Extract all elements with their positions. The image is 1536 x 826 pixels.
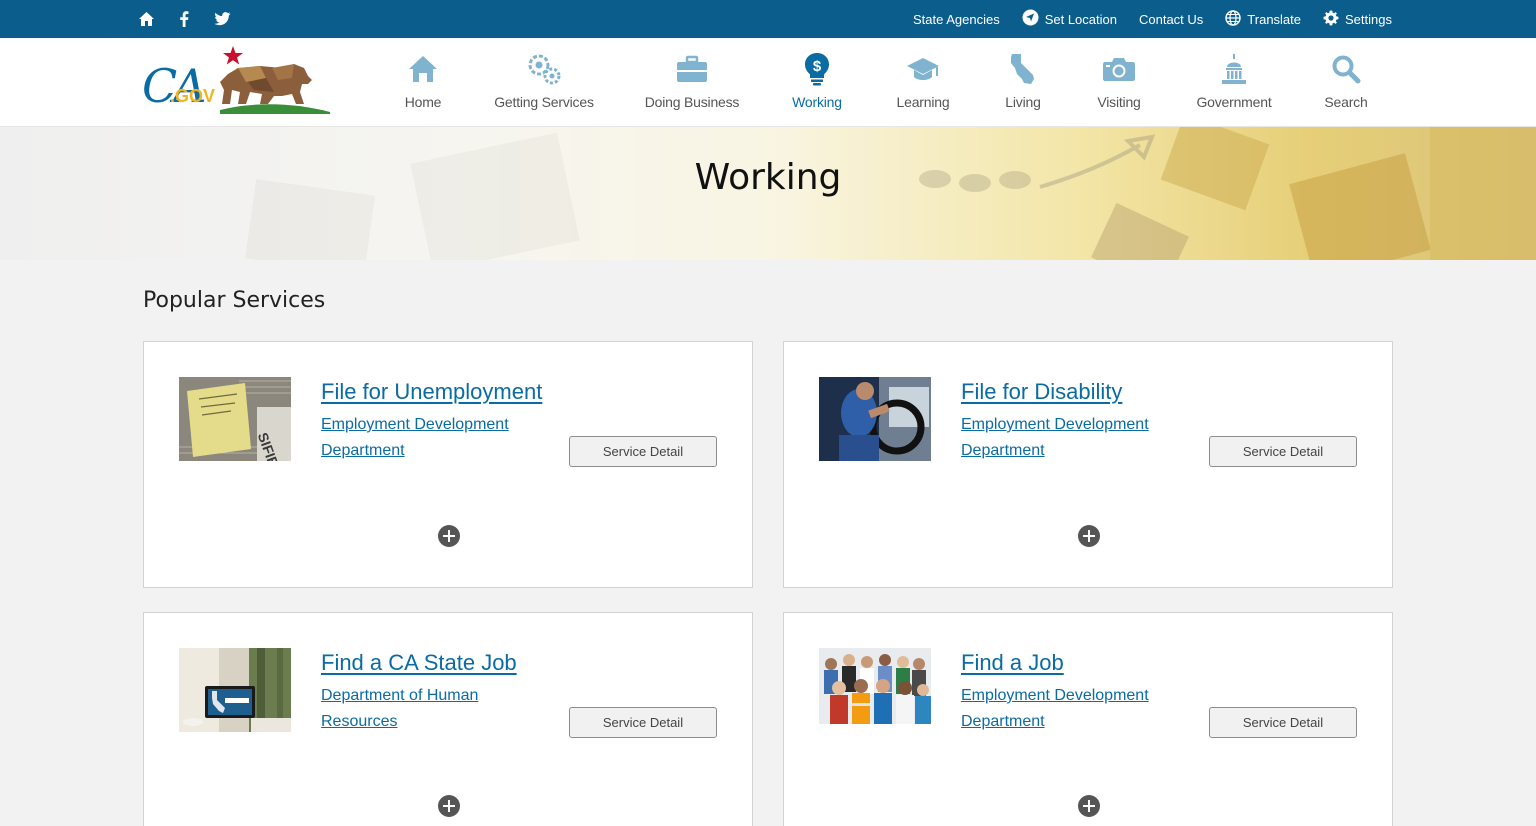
nav-getting-services[interactable]: Getting Services: [468, 38, 620, 127]
home-icon[interactable]: [137, 10, 155, 28]
nav-visiting[interactable]: Visiting: [1070, 38, 1168, 127]
set-location-label: Set Location: [1044, 11, 1117, 27]
find-job-thumbnail: [819, 648, 931, 724]
capitol-icon: [1217, 52, 1251, 86]
state-agencies-link[interactable]: State Agencies: [913, 12, 1000, 27]
main-nav: Home Getting Services Doing Business $ W…: [378, 38, 1392, 127]
search-icon: [1329, 52, 1363, 86]
utility-links: State Agencies Set Location Contact Us T…: [913, 0, 1392, 38]
nav-working[interactable]: $ Working: [764, 38, 870, 127]
service-detail-button[interactable]: Service Detail: [569, 436, 717, 467]
service-card: Find a Job Employment Development Depart…: [783, 612, 1393, 826]
department-link[interactable]: Employment Development Department: [961, 683, 1191, 735]
service-title-link[interactable]: File for Unemployment: [321, 379, 542, 405]
page-banner: Working: [0, 127, 1536, 260]
service-card: SIFIED File for Unemployment Employment …: [143, 341, 753, 588]
settings-link[interactable]: Settings: [1323, 10, 1392, 29]
california-icon: [1006, 52, 1040, 86]
graduation-cap-icon: [906, 52, 940, 86]
department-link[interactable]: Department of Human Resources: [321, 683, 551, 735]
contact-us-label: Contact Us: [1138, 11, 1204, 27]
nav-label: Visiting: [1097, 94, 1141, 110]
translate-link[interactable]: Translate: [1225, 9, 1302, 29]
nav-label: Living: [1005, 94, 1041, 110]
settings-label: Settings: [1345, 11, 1392, 27]
utility-social: [137, 0, 231, 38]
site-header: CA .GOV Home Getting Services Doing Busi…: [0, 38, 1536, 127]
state-agencies-label: State Agencies: [912, 11, 1000, 27]
utility-bar: State Agencies Set Location Contact Us T…: [0, 0, 1536, 38]
twitter-icon[interactable]: [213, 10, 231, 28]
lightbulb-dollar-icon: $: [800, 52, 834, 86]
nav-label: Doing Business: [644, 94, 740, 110]
unemployment-thumbnail: SIFIED: [179, 377, 291, 461]
service-card: Find a CA State Job Department of Human …: [143, 612, 753, 826]
translate-label: Translate: [1247, 11, 1302, 27]
contact-us-link[interactable]: Contact Us: [1139, 12, 1203, 27]
nav-home[interactable]: Home: [378, 38, 468, 127]
nav-government[interactable]: Government: [1168, 38, 1300, 127]
service-detail-button[interactable]: Service Detail: [1209, 436, 1357, 467]
camera-icon: [1102, 52, 1136, 86]
house-icon: [406, 52, 440, 86]
globe-icon: [1225, 9, 1241, 29]
page-title: Working: [694, 157, 842, 198]
state-job-thumbnail: [179, 648, 291, 732]
nav-living[interactable]: Living: [976, 38, 1070, 127]
gears-icon: [527, 52, 561, 86]
set-location-link[interactable]: Set Location: [1022, 9, 1117, 29]
nav-label: Home: [404, 94, 442, 110]
expand-plus-icon[interactable]: [438, 525, 460, 547]
facebook-icon[interactable]: [175, 10, 193, 28]
service-title-link[interactable]: Find a Job: [961, 650, 1064, 676]
expand-plus-icon[interactable]: [1078, 525, 1100, 547]
service-detail-button[interactable]: Service Detail: [1209, 707, 1357, 738]
service-detail-button[interactable]: Service Detail: [569, 707, 717, 738]
svg-text:$: $: [813, 58, 822, 75]
nav-label: Getting Services: [494, 94, 594, 110]
nav-search[interactable]: Search: [1300, 38, 1392, 127]
expand-plus-icon[interactable]: [438, 795, 460, 817]
location-icon: [1022, 9, 1039, 29]
section-title: Popular Services: [143, 288, 326, 313]
nav-label: Government: [1196, 94, 1272, 110]
service-title-link[interactable]: Find a CA State Job: [321, 650, 517, 676]
disability-thumbnail: [819, 377, 931, 461]
service-title-link[interactable]: File for Disability: [961, 379, 1122, 405]
department-link[interactable]: Employment Development Department: [321, 412, 551, 464]
service-card: File for Disability Employment Developme…: [783, 341, 1393, 588]
nav-doing-business[interactable]: Doing Business: [620, 38, 764, 127]
nav-label: Working: [792, 94, 842, 110]
nav-learning[interactable]: Learning: [870, 38, 976, 127]
logo-gov-text: .GOV: [170, 86, 215, 106]
expand-plus-icon[interactable]: [1078, 795, 1100, 817]
department-link[interactable]: Employment Development Department: [961, 412, 1191, 464]
nav-label: Learning: [896, 94, 950, 110]
nav-label: Search: [1324, 94, 1368, 110]
ca-gov-logo[interactable]: CA .GOV: [142, 44, 332, 114]
gear-icon: [1323, 10, 1339, 29]
briefcase-icon: [675, 52, 709, 86]
